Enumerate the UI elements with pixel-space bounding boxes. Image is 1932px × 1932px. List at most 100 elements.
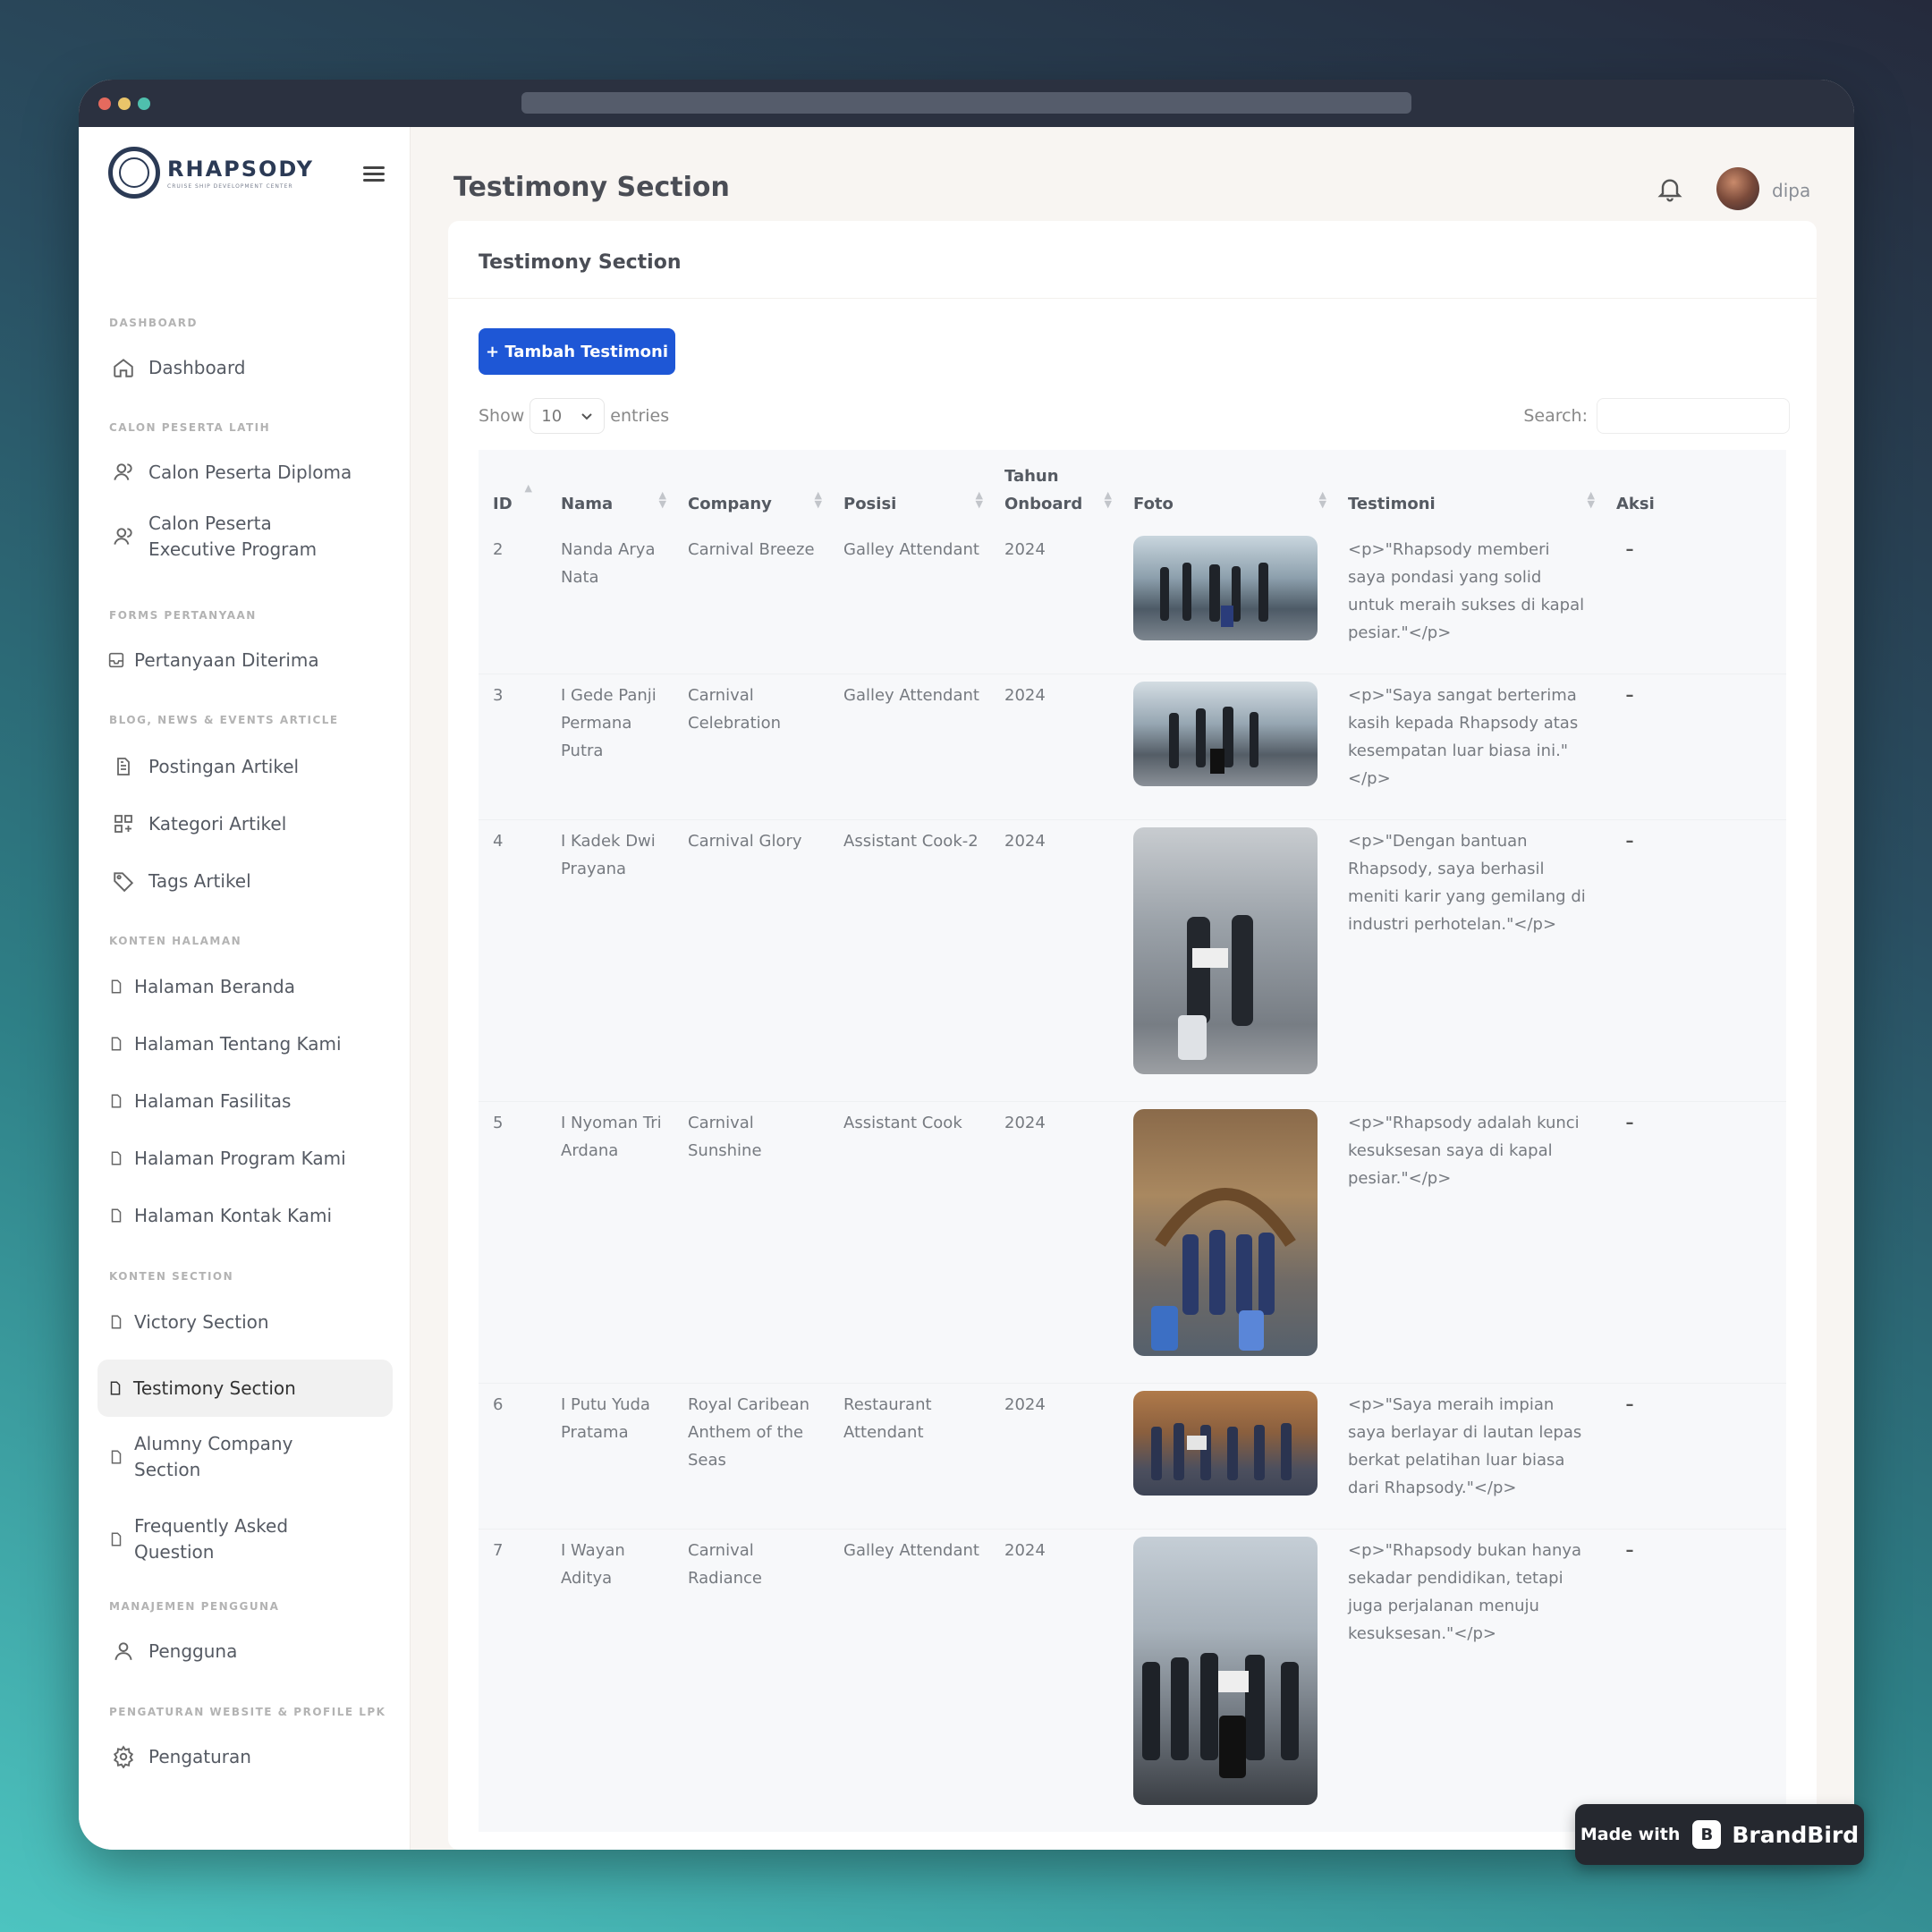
testimony-photo	[1133, 682, 1318, 786]
sidebar-item-faq[interactable]: Frequently Asked Question	[98, 1505, 394, 1573]
notification-bell-icon[interactable]	[1656, 174, 1684, 208]
minimize-window-dot[interactable]	[118, 97, 131, 110]
brandbird-logo-icon: B	[1692, 1820, 1722, 1849]
cell-testimoni: <p>"Dengan bantuan Rhapsody, saya berhas…	[1334, 819, 1602, 1102]
cell-tahun: 2024	[990, 1529, 1119, 1832]
table-row: 4 I Kadek Dwi Prayana Carnival Glory Ass…	[479, 819, 1786, 1102]
sidebar-item-tags[interactable]: Tags Artikel	[98, 855, 394, 907]
brand-name: RHAPSODY	[167, 156, 314, 182]
column-header-tahun[interactable]: Tahun Onboard ▲ ▼	[990, 450, 1119, 529]
cell-foto	[1119, 674, 1334, 820]
sidebar-item-dashboard[interactable]: Dashboard	[98, 342, 394, 394]
sidebar-item-pengguna[interactable]: Pengguna	[98, 1625, 394, 1677]
table-row: 2 Nanda Arya Nata Carnival Breeze Galley…	[479, 529, 1786, 674]
cell-testimoni: <p>"Rhapsody memberi saya pondasi yang s…	[1334, 529, 1602, 674]
sidebar-item-program-kami[interactable]: Halaman Program Kami	[98, 1132, 394, 1184]
action-button[interactable]: –	[1616, 1109, 1643, 1137]
column-header-testimoni[interactable]: Testimoni ▲ ▼	[1334, 450, 1602, 529]
column-header-id[interactable]: ID ▲	[479, 450, 547, 529]
sidebar-item-label: Halaman Beranda	[134, 975, 296, 997]
sidebar-item-label: Calon Peserta Executive Program	[148, 513, 318, 560]
cell-tahun: 2024	[990, 819, 1119, 1102]
sort-asc-icon: ▲	[524, 482, 532, 494]
action-button[interactable]: –	[1616, 682, 1643, 709]
sidebar-item-kontak-kami[interactable]: Halaman Kontak Kami	[98, 1190, 394, 1241]
nav-section-konten-section: KONTEN SECTION	[109, 1270, 234, 1283]
sidebar-item-calon-diploma[interactable]: Calon Peserta Diploma	[98, 446, 394, 498]
sidebar-item-label: Pengaturan	[148, 1745, 251, 1767]
column-header-company[interactable]: Company ▲ ▼	[674, 450, 829, 529]
gear-icon	[98, 1745, 148, 1768]
brand-logo[interactable]: RHAPSODY CRUISE SHIP DEVELOPMENT CENTER	[108, 147, 314, 199]
file-icon	[98, 1207, 134, 1224]
column-header-foto[interactable]: Foto ▲ ▼	[1119, 450, 1334, 529]
sidebar-item-label: Halaman Program Kami	[134, 1147, 346, 1169]
sidebar-item-postingan[interactable]: Postingan Artikel	[98, 741, 394, 792]
sidebar-item-victory[interactable]: Victory Section	[98, 1296, 394, 1348]
search-label: Search:	[1523, 406, 1588, 426]
sort-icon: ▲ ▼	[1318, 489, 1326, 510]
entries-length-control: Show 10 entries	[479, 398, 669, 434]
testimony-photo	[1133, 1537, 1318, 1805]
cell-foto	[1119, 529, 1334, 674]
address-bar[interactable]	[521, 92, 1411, 114]
sidebar-item-label: Postingan Artikel	[148, 755, 300, 777]
column-header-nama[interactable]: Nama ▲ ▼	[547, 450, 674, 529]
entries-select[interactable]: 10	[530, 398, 606, 434]
sidebar-item-alumny[interactable]: Alumny Company Section	[98, 1423, 394, 1491]
cell-testimoni: <p>"Saya meraih impian saya berlayar di …	[1334, 1383, 1602, 1530]
cell-nama: I Putu Yuda Pratama	[547, 1383, 674, 1530]
table-header-row: ID ▲ Nama ▲ ▼ Company ▲ ▼ Posisi ▲ ▼ Tahun Onbo…	[479, 450, 1786, 529]
file-icon	[98, 1448, 134, 1466]
sidebar-item-kategori[interactable]: Kategori Artikel	[98, 798, 394, 850]
cell-id: 7	[479, 1529, 547, 1832]
column-header-posisi[interactable]: Posisi ▲ ▼	[829, 450, 990, 529]
sidebar-item-label: Kategori Artikel	[148, 812, 287, 835]
table-row: 6 I Putu Yuda Pratama Royal Caribean Ant…	[479, 1383, 1786, 1530]
sidebar-item-beranda[interactable]: Halaman Beranda	[98, 961, 394, 1013]
users-icon	[98, 525, 148, 548]
cell-aksi: –	[1602, 529, 1786, 674]
user-name[interactable]: dipa	[1772, 180, 1810, 201]
action-button[interactable]: –	[1616, 1391, 1643, 1419]
nav-section-pengaturan: PENGATURAN WEBSITE & PROFILE LPK	[109, 1706, 386, 1718]
sidebar-item-calon-executive[interactable]: Calon Peserta Executive Program	[98, 501, 394, 572]
action-button[interactable]: –	[1616, 827, 1643, 855]
cell-aksi: –	[1602, 1383, 1786, 1530]
sidebar-item-label: Testimony Section	[133, 1377, 296, 1399]
sidebar-item-fasilitas[interactable]: Halaman Fasilitas	[98, 1075, 394, 1127]
nav-section-dashboard: DASHBOARD	[109, 317, 198, 329]
search-input[interactable]	[1597, 398, 1790, 434]
sidebar-item-tentang-kami[interactable]: Halaman Tentang Kami	[98, 1018, 394, 1070]
action-button[interactable]: –	[1616, 536, 1643, 564]
sidebar-item-label: Tags Artikel	[148, 869, 251, 892]
file-icon	[98, 1092, 134, 1110]
testimony-table: ID ▲ Nama ▲ ▼ Company ▲ ▼ Posisi ▲ ▼ Tahun Onbo…	[479, 450, 1786, 1832]
avatar[interactable]	[1716, 167, 1759, 210]
sidebar-item-testimony[interactable]: Testimony Section	[97, 1360, 393, 1417]
add-testimoni-button[interactable]: + Tambah Testimoni	[479, 328, 675, 375]
menu-toggle-icon[interactable]	[363, 166, 385, 182]
entries-label: entries	[610, 406, 670, 426]
cell-id: 2	[479, 529, 547, 674]
page-title: Testimony Section	[453, 172, 730, 203]
tag-icon	[98, 869, 148, 893]
close-window-dot[interactable]	[98, 97, 111, 110]
maximize-window-dot[interactable]	[138, 97, 150, 110]
sort-icon: ▲ ▼	[1104, 489, 1112, 510]
cell-tahun: 2024	[990, 674, 1119, 820]
cell-testimoni: <p>"Rhapsody bukan hanya sekadar pendidi…	[1334, 1529, 1602, 1832]
brandbird-watermark: Made with B BrandBird	[1575, 1804, 1864, 1865]
action-button[interactable]: –	[1616, 1537, 1643, 1564]
cell-posisi: Assistant Cook-2	[829, 819, 990, 1102]
cell-company: Carnival Radiance	[674, 1529, 829, 1832]
sidebar-item-pertanyaan[interactable]: Pertanyaan Diterima	[98, 634, 394, 686]
cell-posisi: Assistant Cook	[829, 1101, 990, 1384]
nav-section-blog: BLOG, NEWS & EVENTS ARTICLE	[109, 714, 339, 726]
sidebar-item-label: Alumny Company Section	[134, 1433, 293, 1480]
cell-tahun: 2024	[990, 1101, 1119, 1384]
file-icon	[97, 1379, 133, 1397]
sidebar-item-pengaturan[interactable]: Pengaturan	[98, 1731, 394, 1783]
cell-aksi: –	[1602, 674, 1786, 820]
card-title: Testimony Section	[479, 251, 682, 274]
